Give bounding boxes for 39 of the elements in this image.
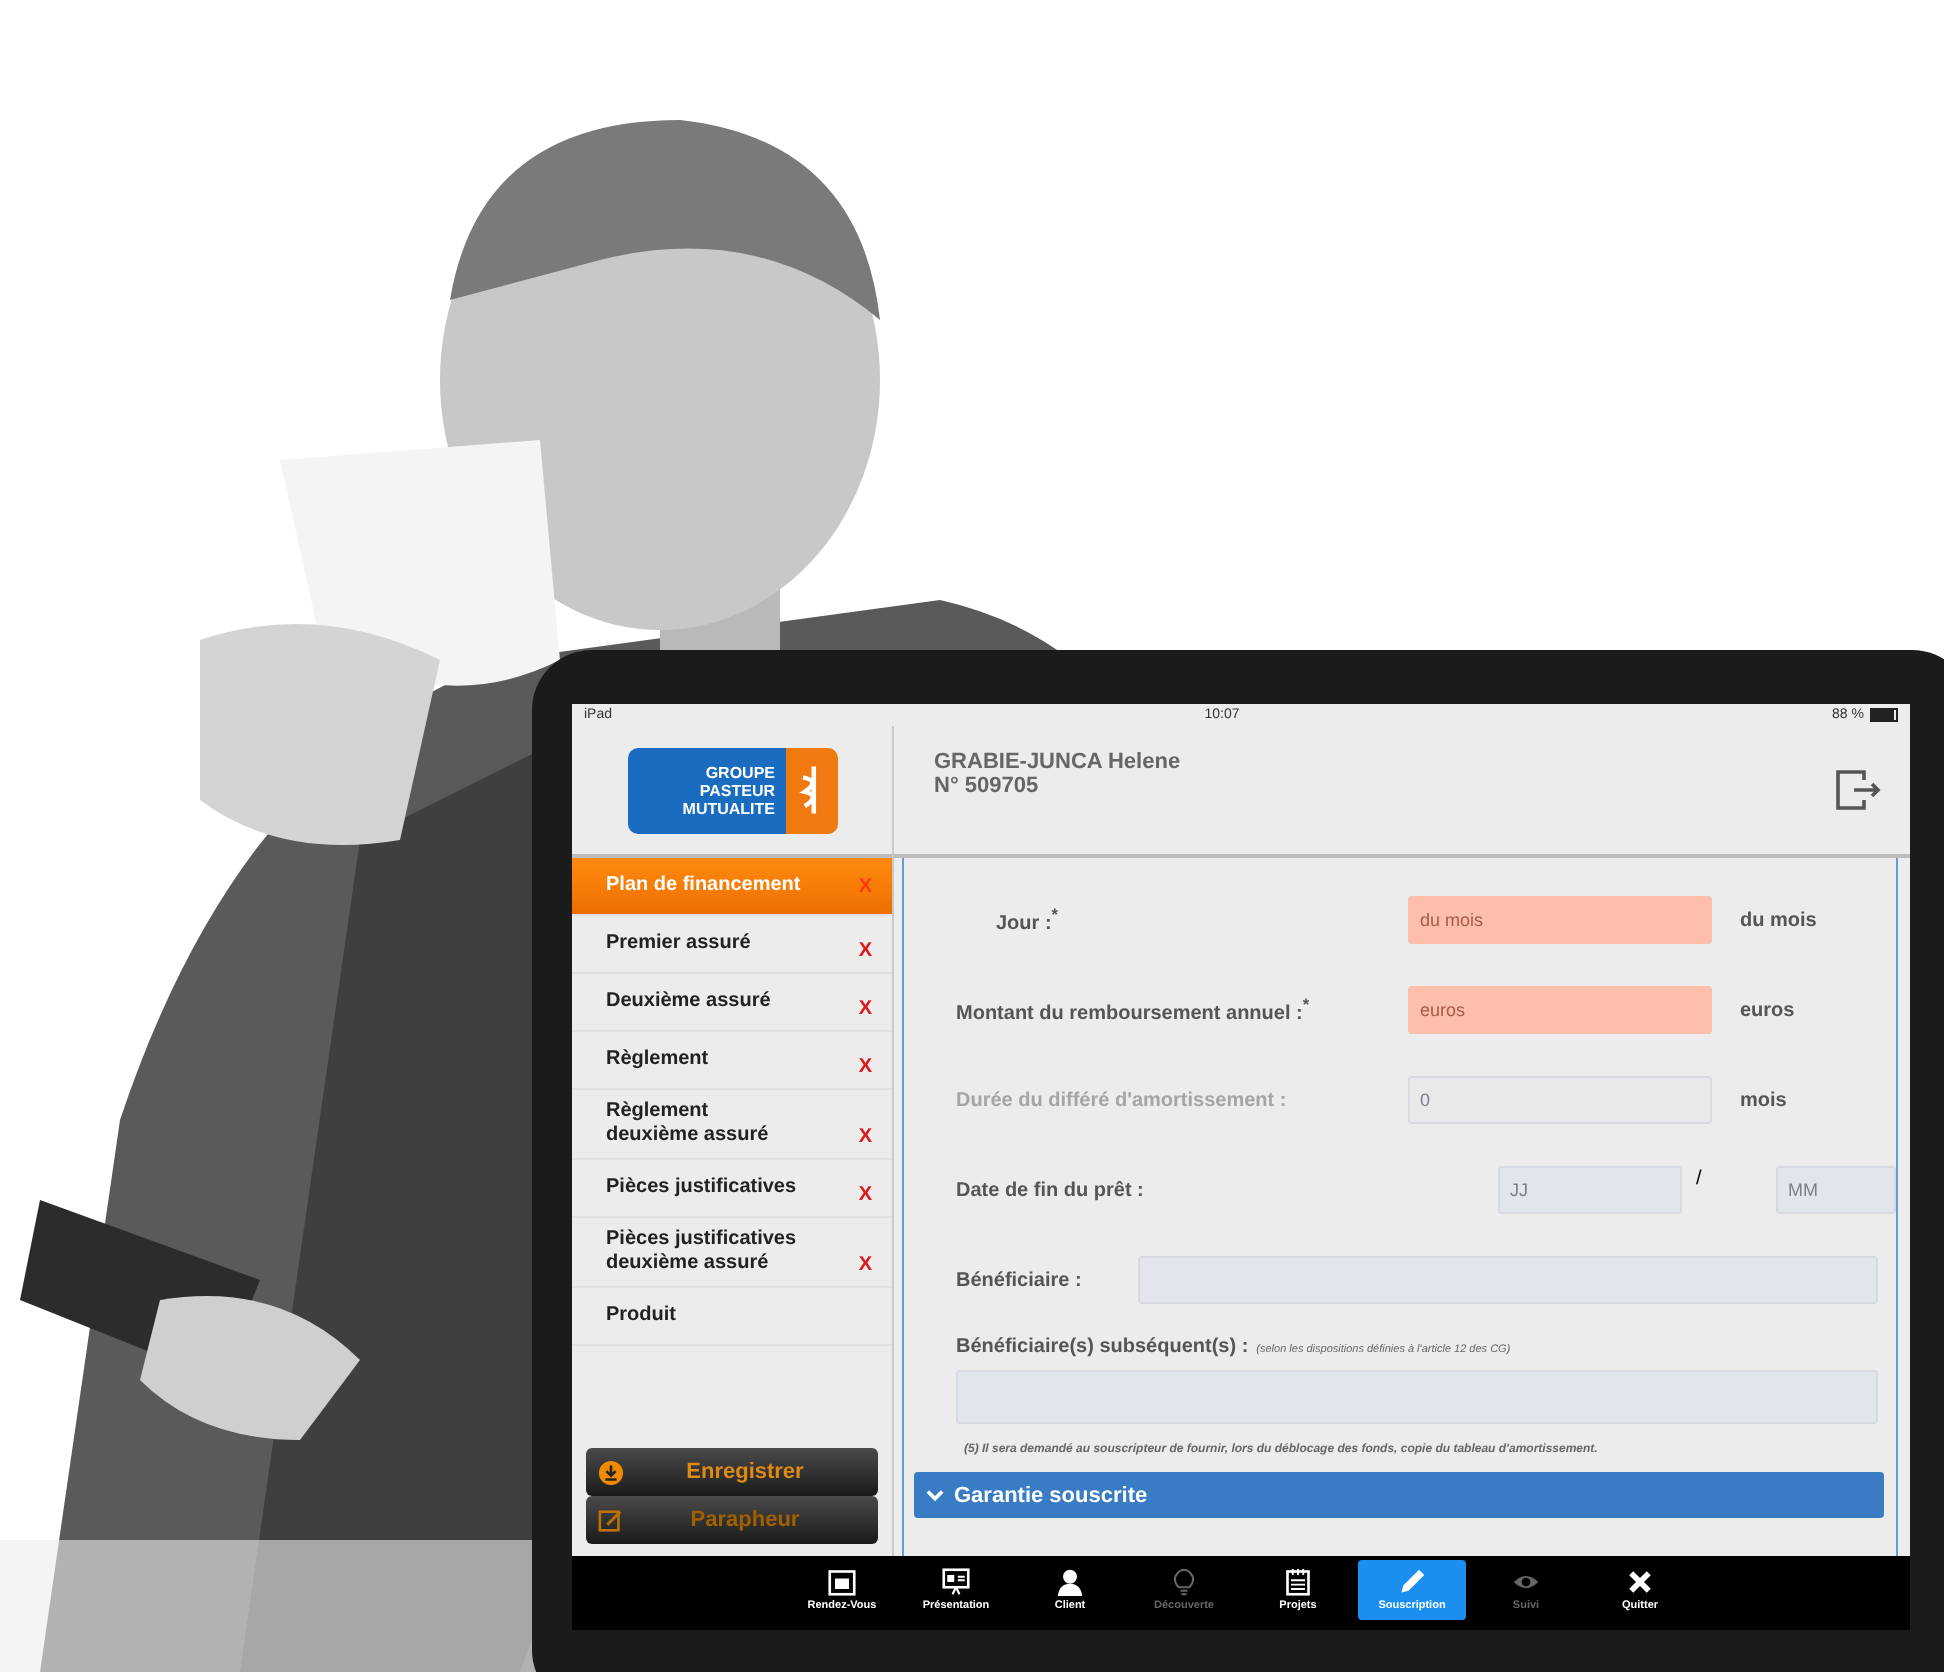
chevron-icon xyxy=(926,1486,944,1504)
unit-label: mois xyxy=(1740,1089,1787,1111)
logo: GROUPE PASTEUR MUTUALITE xyxy=(627,747,837,833)
save-button[interactable]: Enregistrer xyxy=(586,1448,878,1496)
battery-icon xyxy=(1869,708,1898,722)
calendar-icon xyxy=(828,1568,856,1596)
edit-icon xyxy=(598,1507,624,1533)
field-label: Montant du remboursement annuel :$^{*}$ xyxy=(956,994,1312,1026)
field-label: Bénéficiaire(s) subséquent(s) : xyxy=(956,1336,1249,1358)
close-icon xyxy=(1626,1568,1654,1596)
sidebar-item[interactable]: Premier assuré X xyxy=(572,916,892,974)
day-field[interactable]: JJ xyxy=(1498,1166,1682,1214)
sidebar-item[interactable]: Pièces justificatives X xyxy=(572,1160,892,1218)
sidebar-item[interactable]: Règlement X xyxy=(572,1032,892,1090)
sidebar-item[interactable]: Deuxième assuré X xyxy=(572,974,892,1032)
field-label: Durée du différé d'amortissement : xyxy=(956,1089,1289,1111)
logout-icon[interactable] xyxy=(1834,768,1882,812)
sidebar-item[interactable]: Produit xyxy=(572,1288,892,1346)
input-field[interactable]: du mois xyxy=(1408,896,1712,944)
unit-label: du mois xyxy=(1740,909,1817,931)
section-title: Garantie souscrite xyxy=(954,1483,1148,1507)
field-label: Date de fin du prêt : xyxy=(956,1179,1146,1201)
sidebar-item[interactable]: Pièces justificatives deuxième assuré X xyxy=(572,1218,892,1288)
easel-icon xyxy=(942,1568,970,1596)
input-field[interactable]: euros xyxy=(1408,986,1712,1034)
field-label: Jour :$^{*}$ xyxy=(994,904,1061,936)
field-label: Bénéficiaire : xyxy=(956,1269,1084,1291)
section-header[interactable]: Garantie souscrite xyxy=(914,1472,1884,1518)
month-field[interactable]: MM xyxy=(1776,1166,1896,1214)
date-separator: / xyxy=(1696,1167,1704,1189)
pencil-icon xyxy=(1398,1568,1426,1596)
download-icon xyxy=(598,1459,624,1485)
person-icon xyxy=(1056,1568,1084,1596)
client-number: N° 509705 xyxy=(934,774,1041,798)
unit-label: euros xyxy=(1740,999,1795,1021)
client-name: GRABIE-JUNCA Helene xyxy=(934,750,1181,774)
sidebar-item[interactable]: Règlement deuxième assuré X xyxy=(572,1090,892,1160)
lightbulb-icon xyxy=(1170,1568,1198,1596)
notepad-icon xyxy=(1284,1568,1312,1596)
